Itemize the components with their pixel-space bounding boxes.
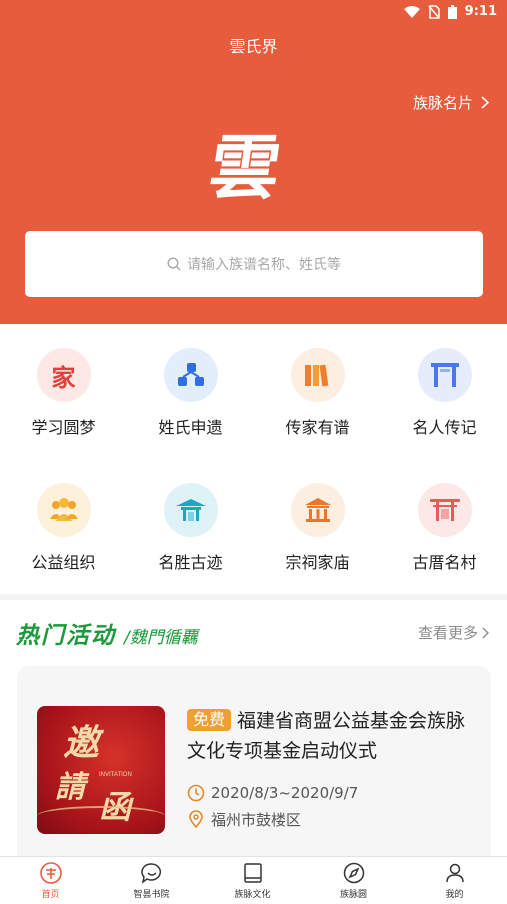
hot-title: 热门活动 <box>16 623 116 649</box>
books-icon <box>290 348 345 402</box>
chevron-right-icon <box>482 627 489 638</box>
chat-bubble-icon <box>140 863 161 884</box>
surname-logo: 雲 <box>204 126 286 209</box>
clan-card-link[interactable]: 族脉名片 <box>413 92 489 113</box>
feature-study[interactable]: 家 学习圆梦 <box>0 348 127 438</box>
feature-heritage[interactable]: 姓氏申遗 <box>127 348 254 438</box>
feature-genealogy[interactable]: 传家有谱 <box>254 348 381 438</box>
activity-title-block: 免费 福建省商盟公益基金会族脉文化专项基金启动仪式 <box>187 706 482 766</box>
feature-scenic[interactable]: 名胜古迹 <box>127 483 254 573</box>
view-more-label: 查看更多 <box>417 624 478 642</box>
network-icon <box>163 348 218 402</box>
pavilion-icon <box>163 483 218 537</box>
bottom-tab-bar: 首页 智昙书院 族脉文化 族脉圆 我的 <box>0 856 507 904</box>
tab-label: 族脉文化 <box>234 890 271 900</box>
tab-home[interactable]: 首页 <box>0 861 101 900</box>
search-placeholder: 请输入族谱名称、姓氏等 <box>187 257 341 273</box>
tab-circle[interactable]: 族脉圆 <box>303 861 404 900</box>
feature-row-2: 公益组织 名胜古迹 宗祠家庙 古厝名村 <box>0 483 507 603</box>
torii-icon <box>417 483 472 537</box>
family-char-icon: 家 <box>36 348 91 402</box>
feature-label: 名人传记 <box>412 418 477 437</box>
location-pin-icon <box>189 810 203 828</box>
status-bar: 9:11 <box>0 0 507 26</box>
user-icon <box>445 863 464 883</box>
invitation-poster: 邀 請 函 INVITATION <box>37 706 165 834</box>
feature-row-1: 家 学习圆梦 姓氏申遗 传家有谱 名人传记 <box>0 348 507 468</box>
poster-char-1: 邀 <box>63 722 100 764</box>
tab-label: 族脉圆 <box>339 890 367 900</box>
tab-academy[interactable]: 智昙书院 <box>101 861 202 900</box>
battery-icon <box>447 4 457 19</box>
tab-label: 我的 <box>445 890 464 900</box>
feature-label: 名胜古迹 <box>158 553 223 572</box>
clock-icon <box>187 784 205 802</box>
temple-icon <box>290 483 345 537</box>
view-more-link[interactable]: 查看更多 <box>418 622 489 643</box>
status-time: 9:11 <box>464 4 497 19</box>
wifi-icon <box>403 5 420 18</box>
poster-char-2: 請 <box>55 770 85 805</box>
poster-decoration <box>37 806 165 826</box>
archway-icon <box>417 348 472 402</box>
tab-culture[interactable]: 族脉文化 <box>202 861 303 900</box>
free-badge: 免费 <box>187 709 232 731</box>
activity-card[interactable]: 邀 請 函 INVITATION 免费 福建省商盟公益基金会族脉文化专项基金启动仪… <box>17 666 491 866</box>
feature-label: 古厝名村 <box>412 553 477 572</box>
no-sim-icon <box>428 4 440 19</box>
home-seal-icon <box>39 862 62 884</box>
header: 9:11 雲氏界 族脉名片 雲 请输入族谱名称、姓氏等 <box>0 0 507 324</box>
poster-small-text: INVITATION <box>99 772 132 778</box>
activity-location-row: 福州市鼓楼区 <box>187 806 482 832</box>
feature-label: 学习圆梦 <box>31 418 96 437</box>
feature-charity[interactable]: 公益组织 <box>0 483 127 573</box>
feature-old-village[interactable]: 古厝名村 <box>381 483 507 573</box>
status-icons: 9:11 <box>403 4 497 19</box>
activity-location: 福州市鼓楼区 <box>211 810 302 829</box>
feature-label: 公益组织 <box>31 553 96 572</box>
tab-label: 首页 <box>41 890 60 900</box>
activity-date-row: 2020/8/3~2020/9/7 <box>187 780 482 806</box>
feature-label: 宗祠家庙 <box>285 553 350 572</box>
search-icon <box>167 257 181 271</box>
activity-info: 免费 福建省商盟公益基金会族脉文化专项基金启动仪式 2020/8/3~2020/9… <box>187 706 482 832</box>
search-input[interactable]: 请输入族谱名称、姓氏等 <box>25 231 483 297</box>
activity-date: 2020/8/3~2020/9/7 <box>211 784 359 802</box>
people-icon <box>36 483 91 537</box>
feature-ancestral-hall[interactable]: 宗祠家庙 <box>254 483 381 573</box>
tab-label: 智昙书院 <box>133 890 170 900</box>
hot-activities-heading: 热门活动 /魏門循覊 <box>16 616 198 650</box>
section-divider <box>0 594 507 600</box>
compass-icon <box>343 862 364 884</box>
clan-card-label: 族脉名片 <box>412 94 473 112</box>
feature-label: 姓氏申遗 <box>158 418 223 437</box>
book-icon <box>243 863 262 883</box>
feature-biography[interactable]: 名人传记 <box>381 348 507 438</box>
tab-profile[interactable]: 我的 <box>404 861 505 900</box>
feature-label: 传家有谱 <box>285 418 350 437</box>
app-title: 雲氏界 <box>229 37 278 56</box>
chevron-right-icon <box>481 96 489 109</box>
hot-subtitle: /魏門循覊 <box>124 628 198 648</box>
